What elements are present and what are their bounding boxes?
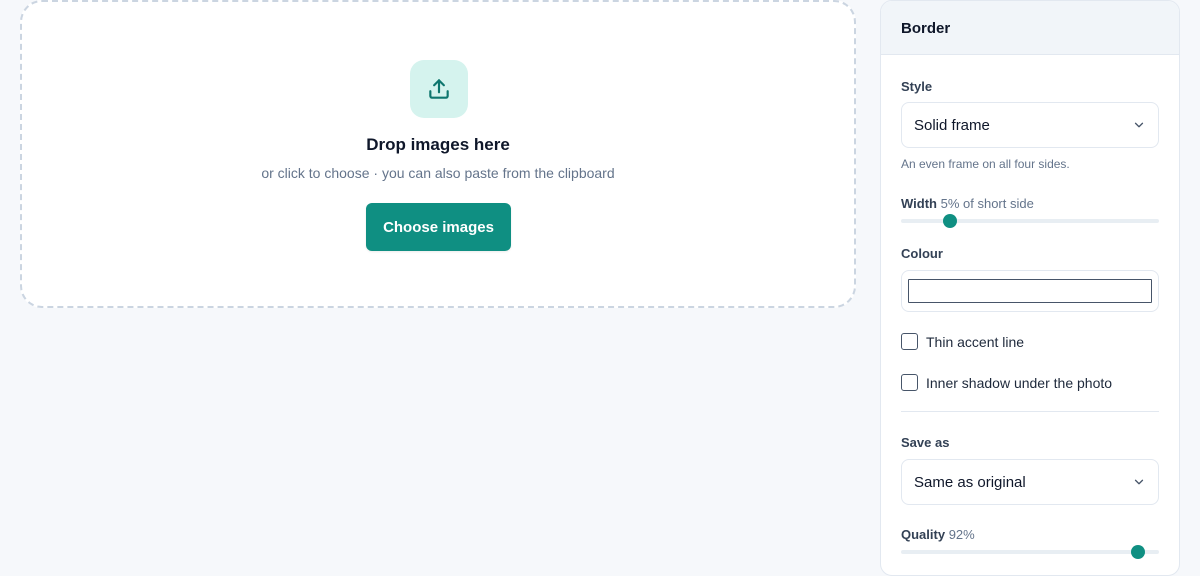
save-as-label: Save as — [901, 435, 950, 450]
colour-label: Colour — [901, 246, 943, 261]
save-as-select[interactable]: Same as original — [901, 459, 1159, 505]
border-settings-panel: Border Style Solid frame An even frame o… — [880, 0, 1180, 576]
dropzone-title: Drop images here — [366, 135, 510, 154]
chevron-down-icon — [1134, 122, 1144, 128]
choose-images-button[interactable]: Choose images — [366, 203, 511, 251]
quality-slider-thumb[interactable] — [1131, 545, 1146, 559]
quality-slider[interactable] — [901, 543, 1159, 561]
width-label: Width 5% of short side — [901, 196, 1034, 211]
image-dropzone[interactable]: Drop images here or click to choose · yo… — [20, 0, 856, 308]
width-value: 5% of short side — [940, 196, 1034, 211]
style-label: Style — [901, 79, 933, 94]
style-select[interactable]: Solid frame — [901, 102, 1159, 148]
upload-icon — [429, 79, 449, 99]
style-hint: An even frame on all four sides. — [901, 157, 1070, 171]
thin-accent-line-label: Thin accent line — [926, 333, 1025, 350]
upload-badge — [410, 60, 468, 118]
quality-value: 92% — [948, 527, 975, 542]
save-as-select-value: Same as original — [914, 473, 1026, 491]
thin-accent-line-checkbox[interactable] — [901, 333, 918, 350]
chevron-down-icon — [1134, 479, 1144, 485]
panel-title: Border — [881, 1, 1179, 55]
quality-label-text: Quality — [901, 527, 946, 542]
dropzone-subtitle: or click to choose · you can also paste … — [261, 165, 615, 181]
inner-shadow-label: Inner shadow under the photo — [926, 374, 1113, 391]
width-label-text: Width — [901, 196, 937, 211]
section-divider — [901, 411, 1159, 412]
quality-slider-track — [901, 550, 1159, 554]
width-slider-track — [901, 219, 1159, 223]
width-slider-thumb[interactable] — [943, 214, 958, 228]
style-select-value: Solid frame — [914, 116, 990, 134]
colour-swatch[interactable] — [908, 279, 1152, 303]
colour-picker[interactable] — [901, 270, 1159, 312]
width-slider[interactable] — [901, 212, 1159, 230]
inner-shadow-checkbox[interactable] — [901, 374, 918, 391]
thin-accent-line-option[interactable]: Thin accent line — [901, 333, 1024, 350]
quality-label: Quality 92% — [901, 527, 975, 542]
inner-shadow-option[interactable]: Inner shadow under the photo — [901, 374, 1112, 391]
